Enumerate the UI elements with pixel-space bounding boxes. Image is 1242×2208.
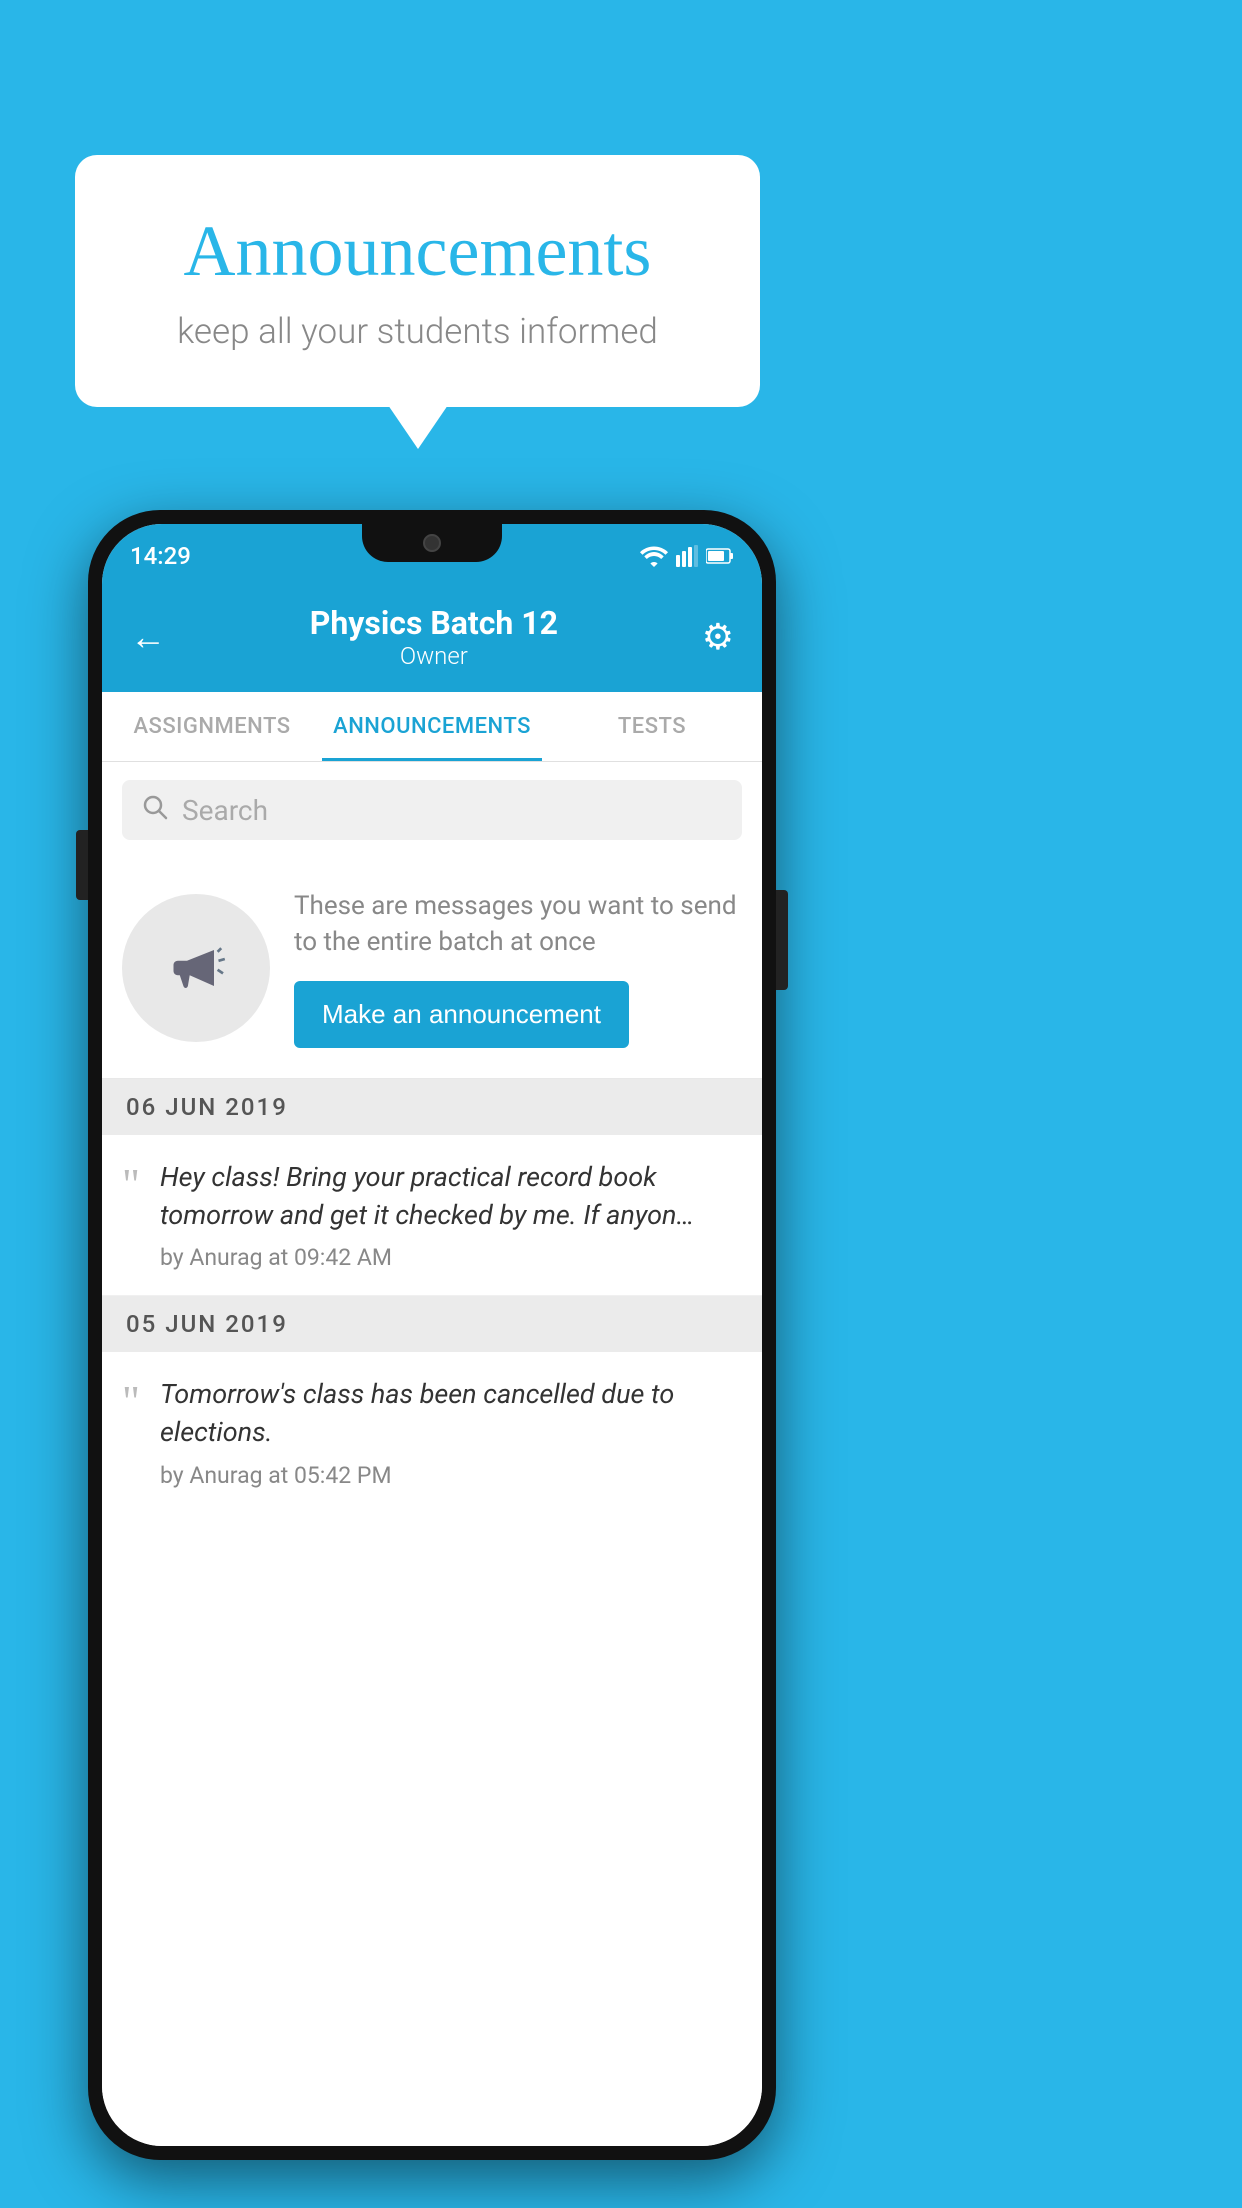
header-title-group: Physics Batch 12 Owner [310, 604, 558, 670]
phone-screen: 14:29 [102, 524, 762, 2146]
tab-tests[interactable]: TESTS [542, 692, 762, 761]
announcement-text-2: Tomorrow's class has been cancelled due … [160, 1376, 742, 1489]
announcements-title: Announcements [125, 210, 710, 293]
status-time: 14:29 [130, 542, 191, 570]
date-header-1: 06 JUN 2019 [102, 1079, 762, 1135]
speech-bubble: Announcements keep all your students inf… [75, 155, 760, 407]
search-icon [142, 794, 168, 827]
camera-icon [423, 534, 441, 552]
tabs-bar: ASSIGNMENTS ANNOUNCEMENTS TESTS [102, 692, 762, 762]
speech-bubble-container: Announcements keep all your students inf… [75, 155, 760, 407]
phone-notch [362, 524, 502, 562]
announce-right: These are messages you want to send to t… [294, 888, 742, 1048]
announcement-meta-1: by Anurag at 09:42 AM [160, 1244, 742, 1271]
phone-outer: 14:29 [88, 510, 776, 2160]
announcement-item-1: " Hey class! Bring your practical record… [102, 1135, 762, 1297]
announcement-message-1: Hey class! Bring your practical record b… [160, 1159, 742, 1235]
announce-description: These are messages you want to send to t… [294, 888, 742, 961]
announcement-message-2: Tomorrow's class has been cancelled due … [160, 1376, 742, 1452]
announcement-item-2: " Tomorrow's class has been cancelled du… [102, 1352, 762, 1513]
app-header: ← Physics Batch 12 Owner ⚙ [102, 582, 762, 692]
search-placeholder: Search [182, 794, 268, 827]
tab-announcements[interactable]: ANNOUNCEMENTS [322, 692, 542, 761]
battery-icon [706, 547, 734, 565]
batch-subtitle: Owner [310, 642, 558, 670]
megaphone-icon [160, 932, 232, 1004]
batch-title: Physics Batch 12 [310, 604, 558, 642]
quote-icon-2: " [122, 1380, 140, 1489]
announcement-text-1: Hey class! Bring your practical record b… [160, 1159, 742, 1272]
announcement-meta-2: by Anurag at 05:42 PM [160, 1462, 742, 1489]
content-area: Search These are messages yo [102, 762, 762, 2146]
announcement-icon-circle [122, 894, 270, 1042]
quote-icon-1: " [122, 1163, 140, 1272]
tab-assignments[interactable]: ASSIGNMENTS [102, 692, 322, 761]
search-bar[interactable]: Search [122, 780, 742, 840]
announcement-empty-state: These are messages you want to send to t… [102, 858, 762, 1079]
back-button[interactable]: ← [130, 619, 166, 655]
status-icons [640, 545, 734, 567]
make-announcement-button[interactable]: Make an announcement [294, 981, 629, 1048]
announcements-subtitle: keep all your students informed [125, 311, 710, 352]
phone-mockup: 14:29 [88, 510, 776, 2160]
date-header-2: 05 JUN 2019 [102, 1296, 762, 1352]
wifi-icon [640, 545, 668, 567]
settings-icon[interactable]: ⚙ [702, 616, 734, 658]
signal-icon [676, 545, 698, 567]
